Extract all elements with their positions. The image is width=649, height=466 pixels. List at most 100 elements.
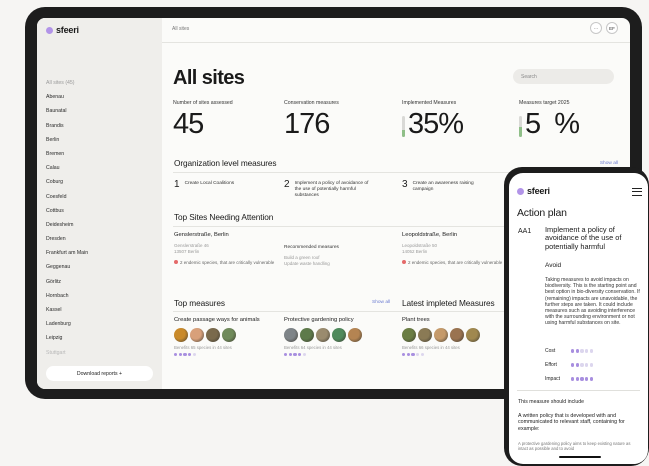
org-measure-item[interactable]: 1 Create Local Coalitions — [174, 180, 247, 190]
risk-dot-icon — [402, 260, 406, 265]
phone-device: sfeeri Action plan AA1 Implement a polic… — [504, 167, 649, 466]
top-measures-title: Top measures — [174, 298, 225, 308]
sidebar-site-item[interactable]: Leipzig — [46, 335, 88, 349]
sidebar-site-item[interactable]: Görlitz — [46, 279, 88, 293]
rating-dots — [571, 363, 594, 367]
sidebar-site-item[interactable]: Geggenau — [46, 264, 88, 278]
rating-dot — [420, 353, 425, 357]
page-title: All sites — [173, 67, 245, 89]
rating-label: Impact — [545, 376, 561, 382]
site-card[interactable]: Genslerstraße, Berlin Genslerstraße 46 13… — [174, 232, 279, 266]
site-list: All sites (45) Abenau Baunatal Brandis Berli… — [46, 80, 88, 364]
sidebar-site-item[interactable]: Baunatal — [46, 108, 88, 122]
rating-dot — [589, 363, 594, 367]
org-measure-number: 1 — [174, 179, 180, 190]
logo-dot-icon — [46, 26, 53, 34]
rating-dots — [571, 377, 594, 381]
rating-dot — [284, 353, 288, 357]
sidebar-site-item[interactable]: Frankfurt am Main — [46, 250, 88, 264]
sidebar-site-item[interactable]: Cottbus — [46, 208, 88, 222]
sidebar-site-item[interactable]: Coesfeld — [46, 194, 88, 208]
org-show-all-link[interactable]: Show all — [600, 161, 618, 166]
sidebar-site-item[interactable]: Coburg — [46, 179, 88, 193]
breadcrumb[interactable]: All sites — [172, 26, 189, 32]
rating-dot — [288, 353, 293, 357]
measure-card[interactable]: Protective gardening policy Benefits 64 s… — [284, 317, 394, 357]
sidebar-site-item[interactable]: Abenau — [46, 94, 88, 108]
rating-dot — [406, 353, 411, 357]
org-measure-text: Create an awareness raising campaign — [412, 181, 474, 192]
rating-effort: Effort — [545, 362, 594, 368]
recommended-label: Recommended measures — [284, 245, 339, 250]
sidebar-site-item[interactable]: Hornbach — [46, 293, 88, 307]
rating-dot — [575, 363, 580, 367]
species-thumbnail — [174, 328, 188, 342]
species-thumbnail — [402, 328, 416, 342]
sidebar-site-item[interactable]: Calau — [46, 165, 88, 179]
org-measure-text: Create Local Coalitions — [184, 181, 235, 186]
top-measures-show-all-link[interactable]: Show all — [372, 300, 390, 305]
site-address: Genslerstraße 46 13507 Berlin — [174, 243, 209, 254]
species-thumbnails — [174, 328, 284, 342]
measure-benefit: Benefits 64 species in 44 sites — [284, 345, 342, 350]
org-measures-title: Organization level measures — [174, 158, 277, 168]
site-card[interactable]: Leopoldstraße, Berlin Leopoldstraße 50 14… — [402, 232, 507, 266]
sidebar-site-item[interactable]: Berlin — [46, 137, 88, 151]
sidebar-site-item[interactable]: Kassel — [46, 307, 88, 321]
stat-label: Measures target 2025 — [519, 100, 570, 106]
sidebar-site-item[interactable]: Stuttgart — [46, 350, 88, 364]
user-avatar[interactable]: EF — [606, 22, 618, 34]
rating-impact: Impact — [545, 376, 594, 382]
species-thumbnail — [190, 328, 204, 342]
should-include-label: This measure should include — [518, 399, 585, 405]
brand-name: sfeeri — [527, 186, 550, 196]
species-thumbnail — [418, 328, 432, 342]
rating-dot — [298, 353, 302, 357]
latest-measures-title: Latest impleted Measures — [402, 298, 495, 308]
measure-card[interactable]: Create passage ways for animals Benefits … — [174, 317, 284, 357]
risk-dot-icon — [174, 260, 178, 265]
download-reports-button[interactable]: Download reports + — [46, 366, 153, 381]
species-thumbnail — [316, 328, 330, 342]
species-thumbnail — [332, 328, 346, 342]
progress-bar — [402, 116, 405, 137]
topbar-divider — [162, 42, 630, 43]
site-address: Leopoldstraße 50 14052 Berlin — [402, 243, 438, 254]
sidebar: sfeeri All sites (45) Abenau Baunatal Brand… — [37, 18, 162, 389]
species-thumbnails — [284, 328, 394, 342]
stat-value: 5 % — [525, 108, 580, 140]
sidebar-site-item[interactable]: Ladenburg — [46, 321, 88, 335]
rating-dot — [575, 349, 580, 353]
measure-name: Create passage ways for animals — [174, 317, 260, 323]
sidebar-item-all-sites[interactable]: All sites (45) — [46, 80, 88, 94]
measure-title: Implement a policy of avoidance of the u… — [545, 225, 622, 251]
brand-logo[interactable]: sfeeri — [46, 25, 79, 35]
rating-dot — [293, 353, 297, 357]
sidebar-site-item[interactable]: Deidesheim — [46, 222, 88, 236]
phone-brand-logo[interactable]: sfeeri — [517, 186, 550, 196]
more-options-icon[interactable]: ··· — [590, 22, 602, 34]
org-measure-item[interactable]: 2 Implement a policy of avoidance of the… — [284, 180, 373, 199]
measure-benefit: Benefits 65 species in 44 sites — [174, 345, 232, 350]
policy-text: A written policy that is developed with … — [518, 413, 625, 432]
sidebar-site-item[interactable]: Dresden — [46, 236, 88, 250]
site-name: Leopoldstraße, Berlin — [402, 232, 458, 238]
measure-name: Protective gardening policy — [284, 317, 354, 323]
topbar-actions: ··· EF — [590, 22, 618, 34]
rating-dot — [416, 353, 420, 357]
rating-dot — [571, 377, 575, 381]
stat-value: 45 — [173, 108, 204, 140]
sidebar-site-item[interactable]: Bremen — [46, 151, 88, 165]
search-input[interactable]: Search — [513, 69, 614, 84]
stat-sites-assessed: Number of sites assessed 45 — [173, 100, 233, 139]
measure-card[interactable]: Plant trees Benefits 66 species in 44 sit… — [402, 317, 512, 357]
recommended-measures: Recommended measures Build a green roof U… — [284, 245, 339, 267]
rating-dot — [571, 349, 575, 353]
sidebar-site-item[interactable]: Brandis — [46, 123, 88, 137]
progress-bar — [519, 116, 522, 137]
rating-dot — [571, 363, 575, 367]
species-thumbnail — [300, 328, 314, 342]
hamburger-menu-icon[interactable] — [632, 188, 642, 198]
org-measure-item[interactable]: 3 Create an awareness raising campaign — [402, 180, 483, 193]
top-sites-title: Top Sites Needing Attention — [174, 212, 274, 222]
